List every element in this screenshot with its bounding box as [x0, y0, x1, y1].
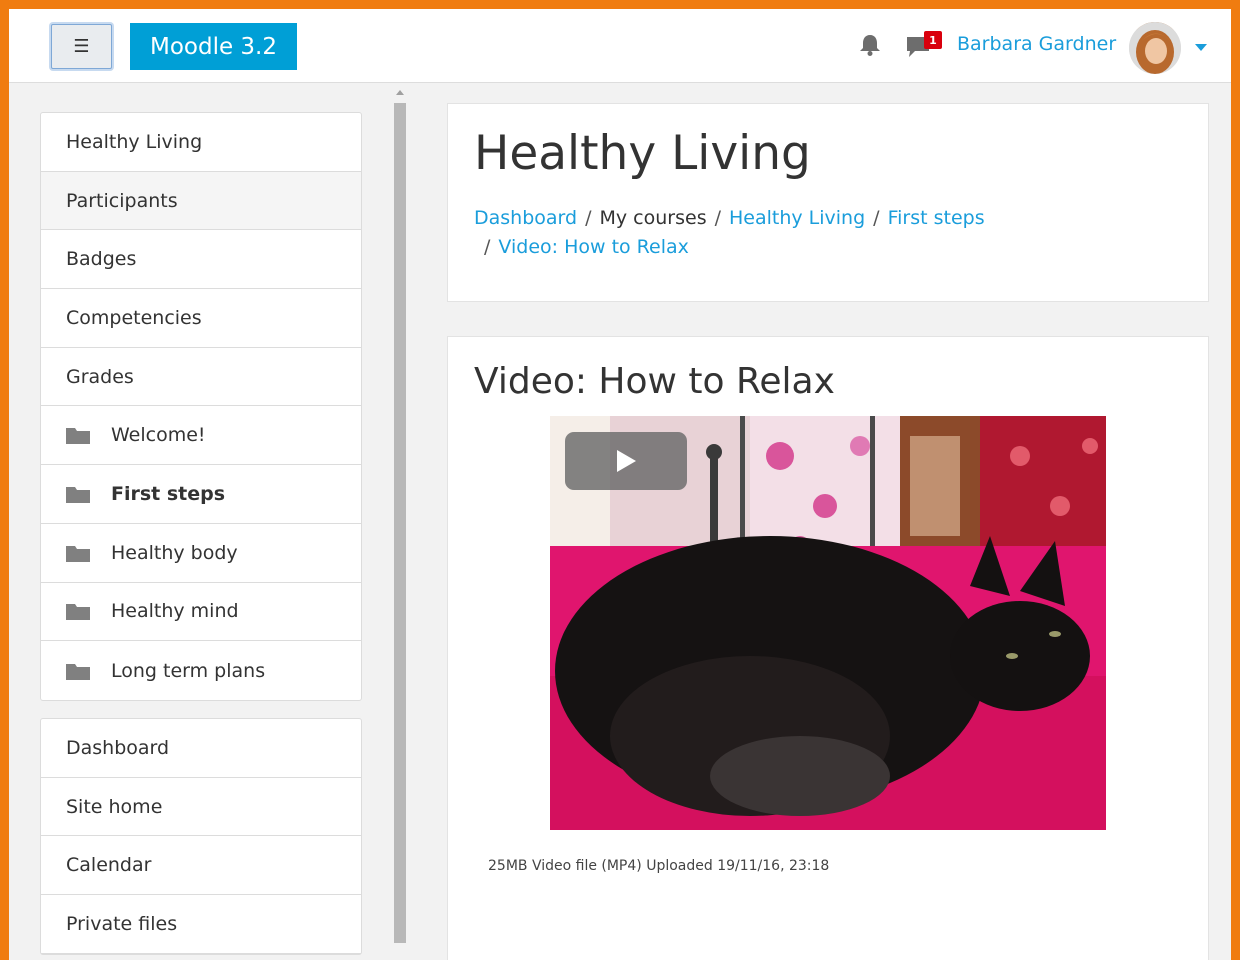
- folder-icon: [66, 663, 90, 680]
- sidebar-scrollbar-thumb[interactable]: [394, 103, 406, 943]
- breadcrumb-separator: /: [585, 207, 592, 229]
- nav-item-dashboard[interactable]: Dashboard: [41, 719, 361, 778]
- menu-icon: ☰: [73, 36, 90, 57]
- nav-item-participants[interactable]: Participants: [41, 171, 361, 231]
- nav-item-badges[interactable]: Badges: [41, 230, 361, 290]
- nav-item-label: Dashboard: [66, 736, 170, 759]
- nav-drawer: Healthy Living Participants Badges Compe…: [9, 84, 407, 960]
- nav-item-label: Badges: [66, 248, 137, 271]
- nav-item-label: Healthy body: [111, 541, 238, 564]
- chevron-down-icon[interactable]: [1195, 44, 1207, 51]
- folder-icon: [66, 486, 90, 503]
- user-avatar[interactable]: [1129, 22, 1181, 74]
- nav-item-welcome[interactable]: Welcome!: [41, 406, 361, 466]
- nav-item-label: Healthy Living: [66, 130, 203, 153]
- nav-item-competencies[interactable]: Competencies: [41, 289, 361, 348]
- page-frame: ☰ Moodle 3.2 1 Barbara Gardner Healthy L…: [0, 0, 1240, 960]
- page-header: Healthy Living Dashboard / My courses / Heal…: [447, 103, 1209, 302]
- nav-item-private-files[interactable]: Private files: [41, 895, 361, 954]
- nav-item-long-term-plans[interactable]: Long term plans: [41, 641, 361, 700]
- nav-item-healthy-living[interactable]: Healthy Living: [41, 113, 361, 172]
- nav-item-site-home[interactable]: Site home: [41, 778, 361, 837]
- file-details: 25MB Video file (MP4) Uploaded 19/11/16,…: [488, 858, 830, 874]
- nav-item-calendar[interactable]: Calendar: [41, 836, 361, 896]
- nav-item-healthy-mind[interactable]: Healthy mind: [41, 583, 361, 642]
- folder-icon: [66, 604, 90, 621]
- nav-item-label: Site home: [66, 795, 163, 818]
- play-icon: [617, 450, 636, 472]
- nav-item-label: Long term plans: [111, 659, 266, 682]
- breadcrumb-my-courses: My courses: [599, 207, 707, 229]
- breadcrumb-separator: /: [714, 207, 721, 229]
- nav-item-grades[interactable]: Grades: [41, 348, 361, 407]
- nav-item-label: Welcome!: [111, 424, 206, 447]
- nav-item-label: Participants: [66, 189, 178, 212]
- breadcrumb-separator: /: [873, 207, 880, 229]
- notification-badge: 1: [924, 31, 942, 49]
- nav-item-label: Calendar: [66, 854, 152, 877]
- breadcrumb-video[interactable]: Video: How to Relax: [498, 236, 688, 258]
- nav-item-label: First steps: [111, 482, 226, 505]
- user-menu-name[interactable]: Barbara Gardner: [957, 33, 1116, 55]
- activity-title: Video: How to Relax: [474, 361, 835, 402]
- nav-item-label: Grades: [66, 365, 134, 388]
- breadcrumb-separator: /: [484, 236, 491, 258]
- folder-icon: [66, 545, 90, 562]
- page-title: Healthy Living: [474, 126, 811, 181]
- bell-icon[interactable]: [857, 32, 883, 58]
- top-navbar: ☰ Moodle 3.2 1 Barbara Gardner: [9, 9, 1231, 83]
- breadcrumb: Dashboard / My courses / Healthy Living / Firs…: [474, 204, 1174, 262]
- site-nav-block: Dashboard Site home Calendar Private fil…: [40, 718, 362, 955]
- breadcrumb-healthy-living[interactable]: Healthy Living: [729, 207, 865, 229]
- nav-item-first-steps[interactable]: First steps: [41, 465, 361, 524]
- breadcrumb-first-steps[interactable]: First steps: [888, 207, 985, 229]
- nav-item-label: Healthy mind: [111, 600, 239, 623]
- nav-item-healthy-body[interactable]: Healthy body: [41, 524, 361, 583]
- breadcrumb-dashboard[interactable]: Dashboard: [474, 207, 577, 229]
- nav-item-label: Private files: [66, 912, 178, 935]
- scroll-up-icon[interactable]: [396, 90, 404, 95]
- site-brand[interactable]: Moodle 3.2: [130, 23, 297, 70]
- course-nav-block: Healthy Living Participants Badges Compe…: [40, 112, 362, 701]
- video-player[interactable]: [550, 416, 1106, 830]
- menu-toggle-button[interactable]: ☰: [51, 24, 112, 69]
- play-button[interactable]: [565, 432, 687, 490]
- main-content: Video: How to Relax 25MB Video file (MP4…: [447, 336, 1209, 960]
- nav-item-label: Competencies: [66, 306, 202, 329]
- folder-icon: [66, 428, 90, 445]
